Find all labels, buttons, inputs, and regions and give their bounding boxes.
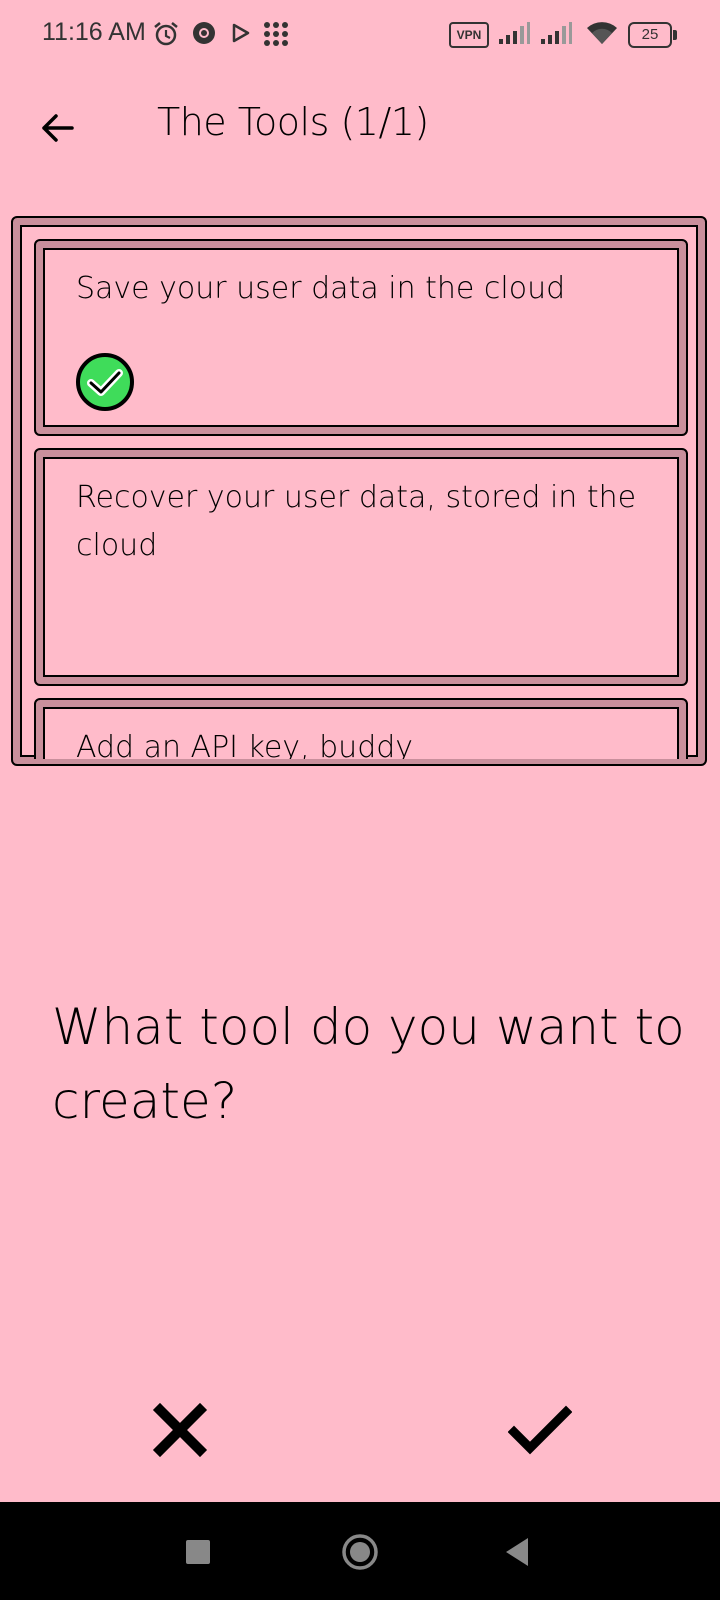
back-button[interactable] [34, 104, 82, 152]
check-icon [507, 1405, 573, 1455]
play-store-icon [230, 20, 252, 48]
close-icon [152, 1402, 208, 1458]
page-title: The Tools (1/1) [157, 100, 429, 144]
signal-icon [497, 20, 531, 48]
recents-square-icon[interactable] [176, 1530, 220, 1574]
tool-item-api-key[interactable]: Add an API key, buddy [34, 698, 688, 759]
wifi-icon [586, 20, 618, 48]
status-bar: 11:16 AM VPN 25 [0, 0, 720, 70]
tools-list-frame: Save your user data in the cloud Recover… [11, 216, 707, 766]
vpn-icon: VPN [449, 22, 489, 48]
arrow-left-icon [42, 114, 74, 142]
tool-item-label: Recover your user data, stored in the cl… [76, 480, 637, 563]
apps-grid-icon [262, 20, 290, 48]
cancel-button[interactable] [148, 1398, 212, 1462]
tool-item-save-cloud[interactable]: Save your user data in the cloud [34, 239, 688, 436]
system-nav-bar [0, 1502, 720, 1600]
home-circle-icon[interactable] [338, 1530, 382, 1574]
confirm-button[interactable] [507, 1398, 573, 1462]
alarm-icon [152, 20, 180, 48]
battery-icon: 25 [628, 22, 677, 48]
create-tool-question: What tool do you want to create? [52, 998, 685, 1130]
tool-item-label: Add an API key, buddy [76, 730, 414, 759]
tool-item-label: Save your user data in the cloud [76, 271, 566, 306]
signal-icon [539, 20, 573, 48]
tool-item-recover-cloud[interactable]: Recover your user data, stored in the cl… [34, 448, 688, 686]
back-triangle-icon[interactable] [496, 1530, 540, 1574]
tools-list[interactable]: Save your user data in the cloud Recover… [34, 239, 688, 759]
chrome-icon [191, 20, 217, 48]
selected-check-icon [75, 352, 135, 412]
status-time: 11:16 AM [42, 18, 146, 46]
